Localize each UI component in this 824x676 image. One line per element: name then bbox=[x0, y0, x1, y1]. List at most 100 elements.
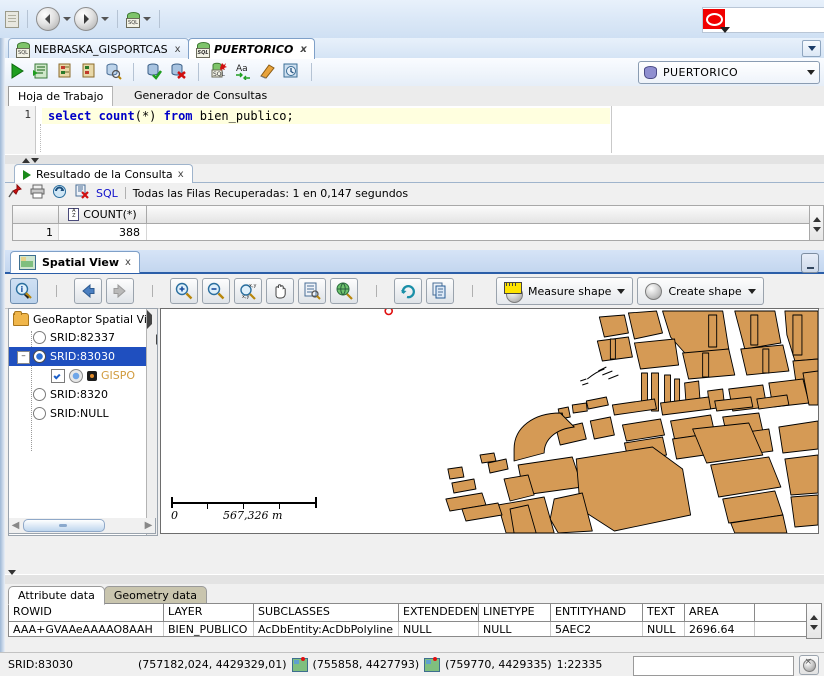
attribute-grid[interactable]: ROWID LAYER SUBCLASSES EXTENDEDEN LINETY… bbox=[8, 603, 808, 637]
run-script-icon[interactable] bbox=[32, 62, 50, 83]
chevron-down-icon[interactable] bbox=[747, 288, 756, 294]
chevron-down-icon[interactable] bbox=[802, 40, 821, 57]
run-statement-icon[interactable] bbox=[8, 62, 26, 83]
result-grid[interactable]: AZ COUNT(*) 1 388 bbox=[12, 205, 824, 241]
refresh-map-button[interactable] bbox=[394, 278, 422, 304]
column-area[interactable]: AREA bbox=[685, 604, 755, 621]
radio-icon[interactable] bbox=[33, 407, 46, 420]
pan-forward-button[interactable] bbox=[106, 278, 134, 304]
tab-generador-de-consultas[interactable]: Generador de Consultas bbox=[125, 86, 276, 106]
column-subclasses[interactable]: SUBCLASSES bbox=[254, 604, 399, 621]
layer-tree-panel[interactable]: GeoRaptor Spatial Vie SRID:82337 – SRID:… bbox=[8, 308, 158, 536]
sql-connection-icon[interactable]: SQL bbox=[126, 12, 140, 28]
radio-icon[interactable] bbox=[33, 350, 46, 363]
layer-style-icon[interactable] bbox=[87, 370, 97, 381]
scroll-right-arrow-icon[interactable]: ▶ bbox=[142, 519, 155, 532]
zoom-select-button[interactable]: x,y x,y bbox=[234, 278, 262, 304]
layer-visibility-icon[interactable] bbox=[69, 368, 83, 383]
sql-link[interactable]: SQL bbox=[96, 187, 118, 200]
scrollbar-thumb[interactable] bbox=[23, 519, 105, 532]
scroll-down-arrow-icon[interactable] bbox=[812, 226, 821, 232]
rollback-icon[interactable] bbox=[169, 62, 187, 83]
tree-node-srid-null[interactable]: SRID:NULL bbox=[9, 404, 157, 423]
create-shape-button[interactable]: Create shape bbox=[637, 277, 764, 305]
back-nav-icon[interactable] bbox=[36, 7, 60, 31]
tree-layer-gispo[interactable]: GISPO bbox=[9, 366, 157, 385]
attribute-grid-scroll-stepper[interactable] bbox=[806, 603, 822, 639]
column-rowid[interactable]: ROWID bbox=[9, 604, 164, 621]
svg-text:x,y: x,y bbox=[242, 294, 250, 300]
unshared-worksheet-icon[interactable]: SQL bbox=[210, 62, 228, 83]
connection-tab-nebraska[interactable]: SQL NEBRASKA_GISPORTCAS x bbox=[8, 38, 189, 59]
scroll-up-arrow-icon[interactable] bbox=[810, 614, 818, 620]
close-icon[interactable]: x bbox=[175, 44, 181, 55]
zoom-in-button[interactable] bbox=[170, 278, 198, 304]
copy-map-button[interactable] bbox=[426, 278, 454, 304]
document-icon[interactable] bbox=[5, 10, 19, 28]
column-extendeden[interactable]: EXTENDEDEN bbox=[399, 604, 479, 621]
tab-attribute-data[interactable]: Attribute data bbox=[8, 586, 105, 605]
refresh-icon[interactable] bbox=[52, 184, 67, 202]
sql-history-icon[interactable] bbox=[104, 62, 122, 83]
connection-dropdown-caret-icon[interactable] bbox=[143, 17, 151, 21]
history-icon[interactable] bbox=[282, 62, 300, 83]
forward-nav-icon[interactable] bbox=[74, 7, 98, 31]
measure-shape-button[interactable]: Measure shape bbox=[496, 277, 634, 305]
query-window-button[interactable] bbox=[298, 278, 326, 304]
tree-node-srid-8320[interactable]: SRID:8320 bbox=[9, 385, 157, 404]
table-row[interactable]: AAA+GVAAeAAAAO8AAH BIEN_PUBLICO AcDbEnti… bbox=[9, 622, 807, 636]
clear-icon[interactable] bbox=[258, 62, 276, 83]
close-icon[interactable]: x bbox=[125, 257, 131, 268]
close-icon[interactable]: x bbox=[178, 169, 184, 180]
pan-back-button[interactable] bbox=[74, 278, 102, 304]
back-dropdown-caret-icon[interactable] bbox=[63, 17, 71, 21]
minimize-button[interactable] bbox=[801, 253, 819, 273]
result-grid-column-count[interactable]: AZ COUNT(*) bbox=[59, 206, 147, 223]
tree-node-srid-83030[interactable]: – SRID:83030 bbox=[9, 347, 157, 366]
zoom-out-button[interactable] bbox=[202, 278, 230, 304]
map-canvas-panel[interactable]: 0 567,326 m bbox=[160, 308, 819, 534]
collapse-icon[interactable]: – bbox=[17, 351, 30, 364]
pan-hand-button[interactable] bbox=[266, 278, 294, 304]
tab-hoja-de-trabajo[interactable]: Hoja de Trabajo bbox=[8, 86, 114, 108]
tree-root-node[interactable]: GeoRaptor Spatial Vie bbox=[9, 309, 157, 328]
commit-icon[interactable] bbox=[145, 62, 163, 83]
radio-icon[interactable] bbox=[33, 331, 46, 344]
forward-dropdown-caret-icon[interactable] bbox=[101, 17, 109, 21]
connection-tab-puertorico[interactable]: SQL PUERTORICO x bbox=[188, 38, 315, 59]
scroll-down-arrow-icon[interactable] bbox=[810, 624, 818, 630]
scroll-left-arrow-icon[interactable]: ◀ bbox=[9, 519, 22, 532]
identify-tool-button[interactable]: i bbox=[10, 278, 38, 304]
sql-editor[interactable]: 1 select count(*) from bien_publico; bbox=[0, 106, 824, 155]
tab-resultado-de-la-consulta[interactable]: Resultado de la Consulta x bbox=[14, 164, 193, 184]
tree-node-srid-82337[interactable]: SRID:82337 bbox=[9, 328, 157, 347]
column-layer[interactable]: LAYER bbox=[164, 604, 254, 621]
tree-vertical-scrollbar[interactable] bbox=[146, 309, 157, 535]
connection-selector[interactable]: PUERTORICO bbox=[638, 61, 820, 84]
close-icon[interactable]: x bbox=[300, 44, 306, 55]
table-row[interactable]: 1 388 bbox=[13, 224, 824, 240]
column-text[interactable]: TEXT bbox=[643, 604, 685, 621]
autotrace-icon[interactable] bbox=[80, 62, 98, 83]
checkbox-icon[interactable] bbox=[51, 368, 65, 383]
print-icon[interactable] bbox=[30, 184, 45, 202]
status-input-field[interactable] bbox=[633, 656, 794, 676]
chevron-down-icon[interactable] bbox=[807, 70, 815, 75]
to-upper-lower-icon[interactable]: Aa bbox=[234, 62, 252, 83]
column-entityhand[interactable]: ENTITYHAND bbox=[551, 604, 643, 621]
sql-code-line[interactable]: select count(*) from bien_publico; bbox=[42, 108, 610, 124]
radio-icon[interactable] bbox=[33, 388, 46, 401]
result-grid-scroll-stepper[interactable] bbox=[809, 205, 824, 241]
tab-spatial-view[interactable]: Spatial View x bbox=[10, 251, 140, 273]
tree-horizontal-scrollbar[interactable]: ◀ ▶ bbox=[8, 518, 156, 534]
clear-results-icon[interactable] bbox=[74, 184, 89, 202]
explain-plan-icon[interactable] bbox=[56, 62, 74, 83]
zoom-world-button[interactable] bbox=[330, 278, 358, 304]
close-icon[interactable] bbox=[799, 655, 819, 675]
splitter-up-arrow-icon[interactable] bbox=[22, 158, 30, 163]
pin-icon[interactable] bbox=[8, 183, 23, 202]
scroll-up-arrow-icon[interactable] bbox=[812, 216, 821, 222]
splitter-down-arrow-icon[interactable] bbox=[31, 158, 39, 163]
chevron-down-icon[interactable] bbox=[617, 288, 626, 294]
column-linetype[interactable]: LINETYPE bbox=[479, 604, 551, 621]
